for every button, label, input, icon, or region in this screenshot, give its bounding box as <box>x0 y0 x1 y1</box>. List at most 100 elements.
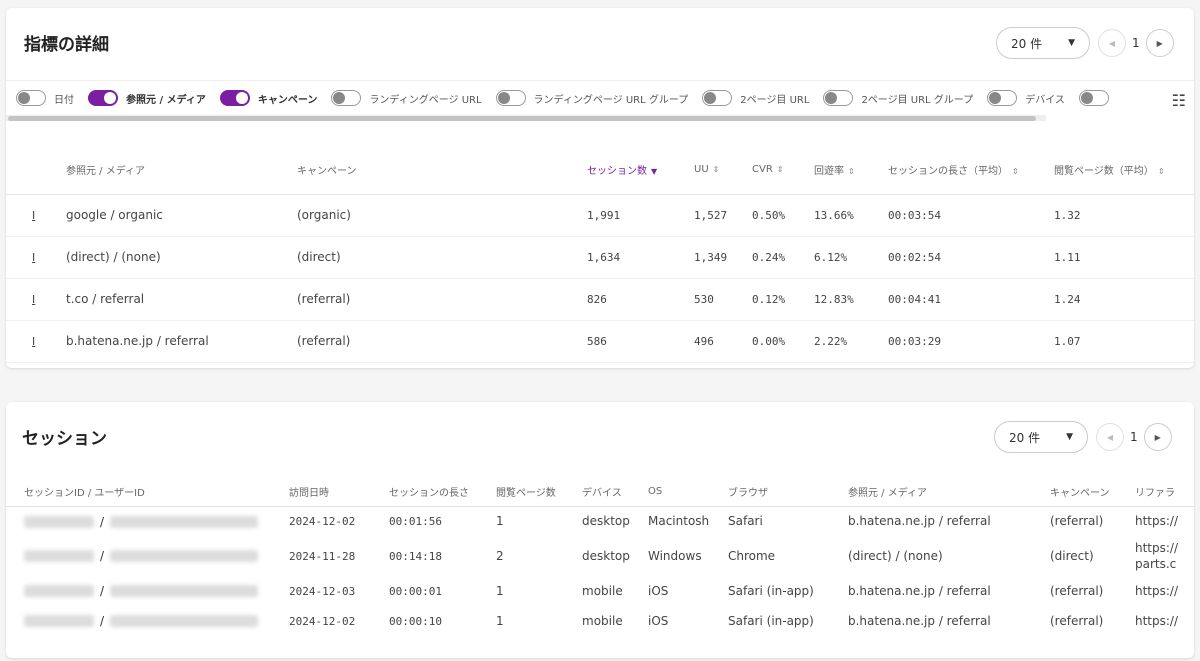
col-source[interactable]: 参照元 / メディア <box>66 146 297 195</box>
col-campaign[interactable]: キャンペーン <box>297 146 587 195</box>
per-page-select[interactable]: 20 件 ▼ <box>996 27 1090 59</box>
col-session-id[interactable]: セッションID / ユーザーID <box>6 478 289 507</box>
cell-length: 00:04:41 <box>888 278 1054 321</box>
table-row[interactable]: / 2024-12-02 00:01:56 1 desktop Macintos… <box>6 506 1194 536</box>
next-page-button[interactable]: ▶ <box>1145 29 1174 57</box>
col-label: セッションの長さ（平均） <box>888 166 1008 178</box>
sort-desc-icon: ▼ <box>651 167 658 177</box>
switch[interactable] <box>495 90 526 106</box>
cell-pages: 1 <box>496 514 504 529</box>
toggle-device[interactable]: デバイス <box>987 90 1065 106</box>
filter-icon[interactable]: I <box>32 251 35 264</box>
sessions-card: セッション 20 件 ▼ ◀ 1 ▶ セッションID / ユーザーID 訪問日時… <box>6 402 1194 658</box>
col-pages[interactable]: 閲覧ページ数（平均） ⇕ <box>1054 146 1194 195</box>
cell-pages: 1.32 <box>1054 194 1194 237</box>
next-page-button[interactable]: ▶ <box>1143 423 1172 451</box>
cell-kaiyu: 13.66% <box>814 194 888 237</box>
cell-cvr: 0.50% <box>752 194 814 237</box>
toggle-second-page-url-group[interactable]: 2ページ目 URL グループ <box>823 90 973 106</box>
toggle-more[interactable] <box>1078 90 1117 106</box>
cell-referrer[interactable]: https:// <box>1135 506 1194 536</box>
col-page-views[interactable]: 閲覧ページ数 <box>496 478 582 507</box>
cell-referrer[interactable]: https:// <box>1135 576 1194 606</box>
col-cvr[interactable]: CVR ⇕ <box>752 146 814 195</box>
col-visit-date[interactable]: 訪問日時 <box>289 478 389 507</box>
prev-page-button[interactable]: ◀ <box>1096 423 1124 451</box>
sort-icon: ⇕ <box>848 167 855 177</box>
per-page-select[interactable]: 20 件 ▼ <box>994 421 1088 453</box>
cell-source: t.co / referral <box>66 278 297 321</box>
table-header-row: セッションID / ユーザーID 訪問日時 セッションの長さ 閲覧ページ数 デバ… <box>6 478 1194 507</box>
cell-os: iOS <box>648 614 669 628</box>
cell-browser: Safari (in-app) <box>728 614 814 628</box>
filter-icon[interactable]: I <box>32 209 35 222</box>
col-source[interactable]: 参照元 / メディア <box>848 478 1050 507</box>
cell-pages: 1 <box>496 614 504 628</box>
switch[interactable] <box>219 90 250 106</box>
chevron-down-icon: ▼ <box>1068 38 1075 48</box>
cell-campaign: (referral) <box>1050 514 1104 529</box>
column-settings-icon[interactable]: ☷ <box>1172 91 1186 110</box>
cell-session-id[interactable]: / <box>6 506 289 536</box>
toggle-campaign[interactable]: キャンペーン <box>219 90 317 106</box>
redacted-session-id <box>24 550 94 563</box>
switch[interactable] <box>1078 90 1109 106</box>
dimension-toggle-bar: 日付 参照元 / メディア キャンペーン ランディングページ URL ランディン… <box>6 80 1194 130</box>
cell-campaign: (direct) <box>297 236 587 279</box>
switch[interactable] <box>987 90 1018 106</box>
cell-os: Windows <box>648 549 702 563</box>
prev-page-button[interactable]: ◀ <box>1098 29 1126 57</box>
switch[interactable] <box>702 90 733 106</box>
switch[interactable] <box>88 90 118 106</box>
switch[interactable] <box>823 90 854 106</box>
switch[interactable] <box>331 90 362 106</box>
cell-sessions: 1,991 <box>587 194 694 237</box>
page-number: 1 <box>1130 430 1138 444</box>
cell-referrer[interactable]: https:// parts.c <box>1135 536 1194 576</box>
col-referrer[interactable]: リファラ <box>1135 478 1194 507</box>
table-row: I t.co / referral (referral) 826 530 0.1… <box>6 278 1194 321</box>
cell-source: b.hatena.ne.jp / referral <box>848 584 991 598</box>
toggle-second-page-url[interactable]: 2ページ目 URL <box>702 90 809 106</box>
col-session-length[interactable]: セッションの長さ <box>389 478 496 507</box>
scrollbar-thumb[interactable] <box>8 116 1036 121</box>
table-row[interactable]: / 2024-12-02 00:00:10 1 mobile iOS Safar… <box>6 606 1194 636</box>
sessions-title: セッション <box>22 429 107 449</box>
cell-pages: 2 <box>496 549 504 563</box>
redacted-user-id <box>110 550 259 563</box>
switch[interactable] <box>16 90 46 106</box>
col-os[interactable]: OS <box>648 478 728 507</box>
cell-cvr: 0.12% <box>752 278 814 321</box>
id-separator: / <box>100 614 105 629</box>
cell-session-id[interactable]: / <box>6 536 289 576</box>
toggle-label: 2ページ目 URL <box>740 94 810 106</box>
toggle-landing-url[interactable]: ランディングページ URL <box>331 90 482 106</box>
per-page-value: 20 件 <box>1009 430 1041 445</box>
col-kaiyu[interactable]: 回遊率 ⇕ <box>814 146 888 195</box>
cell-session-id[interactable]: / <box>6 606 289 636</box>
col-length[interactable]: セッションの長さ（平均） ⇕ <box>888 146 1054 195</box>
col-uu[interactable]: UU ⇕ <box>694 146 752 195</box>
filter-icon[interactable]: I <box>32 335 35 348</box>
table-row[interactable]: / 2024-11-28 00:14:18 2 desktop Windows … <box>6 536 1194 576</box>
col-device[interactable]: デバイス <box>582 478 648 507</box>
col-campaign[interactable]: キャンペーン <box>1050 478 1135 507</box>
redacted-user-id <box>110 615 259 628</box>
toggle-source-medium[interactable]: 参照元 / メディア <box>88 90 206 106</box>
cell-source: google / organic <box>66 194 297 237</box>
sort-icon: ⇕ <box>776 165 784 175</box>
cell-kaiyu: 2.22% <box>814 320 888 363</box>
cell-length: 00:03:29 <box>888 320 1054 363</box>
toggle-landing-url-group[interactable]: ランディングページ URL グループ <box>495 90 688 106</box>
cell-kaiyu: 6.12% <box>814 236 888 279</box>
cell-referrer[interactable]: https:// <box>1135 606 1194 636</box>
table-row[interactable]: / 2024-12-03 00:00:01 1 mobile iOS Safar… <box>6 576 1194 606</box>
toggle-date[interactable]: 日付 <box>16 90 74 106</box>
cell-session-id[interactable]: / <box>6 576 289 606</box>
toggle-label: 日付 <box>54 94 74 106</box>
col-sessions[interactable]: セッション数 ▼ <box>587 146 694 195</box>
cell-pages: 1 <box>496 584 504 598</box>
filter-icon[interactable]: I <box>32 293 35 306</box>
metrics-pager: 20 件 ▼ ◀ 1 ▶ <box>996 27 1174 59</box>
col-browser[interactable]: ブラウザ <box>728 478 848 507</box>
